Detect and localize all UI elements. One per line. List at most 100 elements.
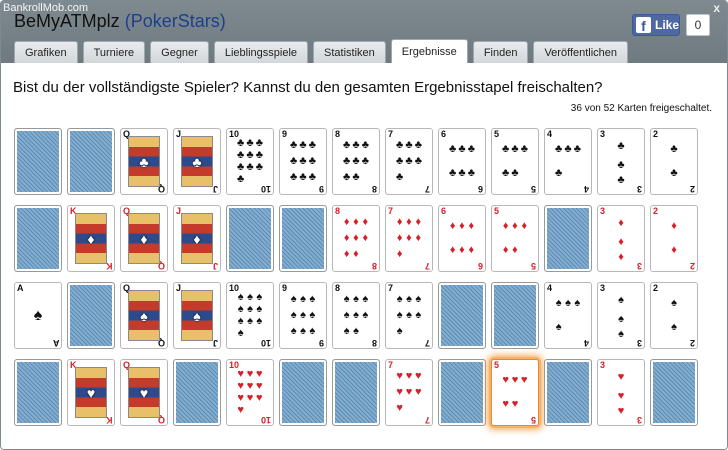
suit-icon: ♦	[671, 219, 677, 232]
card-rank: 9	[318, 338, 324, 348]
suit-icon: ♥	[246, 367, 254, 380]
tab-statistiken[interactable]: Statistiken	[313, 41, 386, 63]
card-rank: 9	[318, 184, 324, 194]
court-card-icon: ♣	[128, 136, 160, 187]
suit-icon: ♣	[237, 148, 245, 161]
suit-icon: ♥	[415, 369, 422, 382]
suit-icon: ♣	[502, 167, 510, 180]
court-card-icon: ♠	[128, 290, 160, 341]
suit-icon: ♣	[573, 142, 581, 155]
court-card-icon: ♠	[181, 290, 213, 341]
suit-icon: ♥	[237, 404, 244, 417]
card-rank: 3	[600, 283, 606, 293]
suit-pips: ♥ ♥ ♥ ♥ ♥ ♥ ♥	[395, 368, 423, 417]
suit-icon: ♣	[449, 167, 457, 180]
card-face: 10 10 ♥ ♥ ♥ ♥ ♥ ♥ ♥ ♥ ♥ ♥	[226, 359, 274, 426]
suit-icon: ♦	[353, 231, 359, 244]
suit-icon: ♣	[299, 138, 307, 151]
suit-icon: ♦	[396, 248, 403, 261]
suit-icon: ♥	[502, 373, 509, 386]
card-rank: 2	[653, 283, 659, 293]
tab-finden[interactable]: Finden	[472, 41, 529, 63]
card-face: 2 2 ♣ ♣	[650, 128, 698, 195]
suit-icon: ♦	[459, 244, 465, 257]
suit-icon: ♦	[406, 215, 412, 228]
card-face: 10 10 ♣ ♣ ♣ ♣ ♣ ♣ ♣ ♣ ♣ ♣	[226, 128, 274, 195]
suit-icon: ♣	[670, 167, 678, 180]
tab-grafiken[interactable]: Grafiken	[14, 41, 78, 63]
card-face: 7 7 ♣ ♣ ♣ ♣ ♣ ♣ ♣	[385, 128, 433, 195]
room-link[interactable]: (PokerStars)	[125, 11, 226, 31]
suit-icon: ♣	[290, 171, 298, 184]
card-face: J J ♠	[173, 282, 221, 349]
suit-icon: ♦	[618, 251, 624, 263]
suit-icon: ♣	[511, 142, 519, 155]
suit-icon: ♦	[449, 219, 456, 232]
suit-pips: ♣ ♣ ♣ ♣ ♣	[501, 137, 529, 186]
tab-turniere[interactable]: Turniere	[82, 41, 146, 63]
card-face: 6 6 ♦ ♦ ♦ ♦ ♦ ♦	[438, 205, 486, 272]
suit-icon: ♣	[617, 140, 625, 152]
suit-pips: ♦ ♦ ♦ ♦ ♦ ♦ ♦ ♦	[342, 214, 370, 263]
close-icon[interactable]: x	[713, 1, 720, 15]
card-face: A A ♠	[14, 282, 62, 349]
suit-icon: ♣	[405, 138, 413, 151]
card-face: 4 4 ♠ ♠ ♠ ♠	[544, 282, 592, 349]
suit-pips: ♥ ♥ ♥ ♥ ♥ ♥ ♥ ♥ ♥ ♥	[236, 368, 264, 417]
suit-icon: ♣	[299, 171, 307, 184]
suit-icon: ♠	[574, 296, 581, 309]
suit-icon: ♦	[353, 248, 359, 261]
suit-icon: ♥	[256, 392, 263, 405]
card-back	[438, 359, 486, 426]
card-back	[226, 205, 274, 272]
card-rank: 4	[583, 184, 589, 194]
card-rank: 8	[371, 184, 377, 194]
facebook-f-icon: f	[636, 17, 651, 33]
suit-icon: ♣	[308, 171, 316, 184]
card-face: J J ♦	[173, 205, 221, 272]
tab-lieblingsspiele[interactable]: Lieblingsspiele	[213, 41, 309, 63]
card-rank: 3	[636, 338, 642, 348]
card-face: 5 5 ♦ ♦ ♦ ♦ ♦	[491, 205, 539, 272]
suit-icon: ♣	[449, 142, 457, 155]
card-rank: 3	[600, 360, 606, 370]
suit-icon: ♦	[502, 244, 509, 257]
card-face: 2 2 ♦ ♦	[650, 205, 698, 272]
suit-icon: ♣	[405, 154, 413, 167]
suit-icon: ♦	[362, 231, 369, 244]
suit-icon: ♣	[290, 154, 298, 167]
card-rank: 8	[371, 338, 377, 348]
card-rank: 2	[689, 184, 695, 194]
suit-icon: ♠	[290, 292, 297, 305]
suit-icon: ♠	[237, 327, 244, 340]
card-rank: 7	[388, 129, 394, 139]
card-face: 7 7 ♠ ♠ ♠ ♠ ♠ ♠ ♠	[385, 282, 433, 349]
suit-icon: ♥	[617, 371, 625, 383]
suit-icon: ♠	[555, 296, 562, 309]
results-panel: Bist du der vollständigste Spieler? Kann…	[1, 63, 727, 449]
card-rank: 2	[653, 206, 659, 216]
suit-icon: ♦	[512, 244, 518, 257]
suit-icon: ♦	[406, 231, 412, 244]
card-rank: 6	[441, 206, 447, 216]
suit-icon: ♠	[671, 321, 677, 334]
card-rank: 5	[530, 261, 536, 271]
card-rank: 3	[600, 206, 606, 216]
tab-ergebnisse[interactable]: Ergebnisse	[390, 39, 468, 63]
facebook-like-button[interactable]: f Like	[632, 14, 680, 36]
suit-icon: ♣	[246, 148, 254, 161]
suit-pips: ♠ ♠ ♠ ♠ ♠ ♠ ♠ ♠ ♠ ♠	[236, 291, 264, 340]
tab-veröffentlichen[interactable]: Veröffentlichen	[533, 41, 629, 63]
card-face: 9 9 ♣ ♣ ♣ ♣ ♣ ♣ ♣ ♣ ♣	[279, 128, 327, 195]
suit-icon: ♦	[512, 219, 518, 232]
suit-pips: ♣ ♣ ♣	[607, 137, 635, 186]
facebook-like-count: 0	[686, 14, 710, 36]
card-rank: J	[212, 338, 218, 348]
suit-icon: ♣	[467, 167, 475, 180]
suit-icon: ♠	[396, 325, 403, 338]
suit-icon: ♣	[396, 171, 404, 184]
card-rank: 3	[636, 184, 642, 194]
suit-icon: ♥	[246, 392, 254, 405]
tab-gegner[interactable]: Gegner	[150, 41, 209, 63]
suit-pips: ♠ ♠ ♠ ♠ ♠ ♠ ♠ ♠ ♠	[289, 291, 317, 340]
